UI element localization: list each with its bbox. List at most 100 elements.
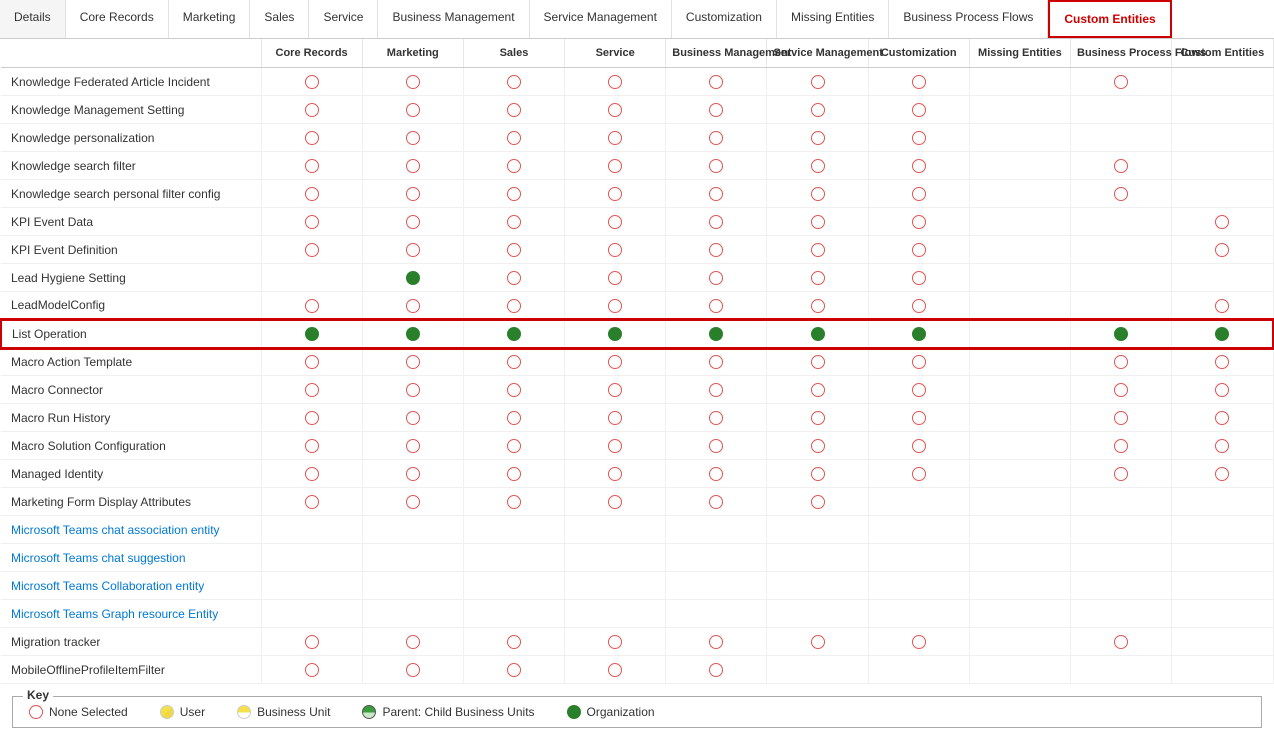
data-cell (463, 348, 564, 376)
tab-service-management[interactable]: Service Management (530, 0, 672, 38)
data-cell (767, 460, 868, 488)
data-cell (969, 348, 1070, 376)
circle-empty (709, 131, 723, 145)
tab-business-process-flows[interactable]: Business Process Flows (889, 0, 1048, 38)
circle-empty (305, 411, 319, 425)
data-cell (362, 376, 463, 404)
data-cell (261, 516, 362, 544)
data-cell (362, 628, 463, 656)
circle-empty (305, 103, 319, 117)
data-cell (362, 320, 463, 348)
circle-empty (912, 355, 926, 369)
data-cell (565, 404, 666, 432)
entity-name-cell: Knowledge personalization (1, 124, 261, 152)
table-body: Knowledge Federated Article Incident Know… (1, 68, 1273, 684)
tab-customization[interactable]: Customization (672, 0, 777, 38)
tab-missing-entities[interactable]: Missing Entities (777, 0, 889, 38)
tab-details[interactable]: Details (0, 0, 66, 38)
data-cell (767, 264, 868, 292)
data-cell (565, 208, 666, 236)
entity-name-cell: Knowledge Federated Article Incident (1, 68, 261, 96)
circle-empty (406, 131, 420, 145)
data-cell (261, 264, 362, 292)
tab-marketing[interactable]: Marketing (169, 0, 251, 38)
entity-name-cell: Macro Solution Configuration (1, 432, 261, 460)
data-cell (463, 292, 564, 320)
data-cell (1071, 264, 1172, 292)
data-cell (767, 124, 868, 152)
data-cell (463, 432, 564, 460)
circle-empty (406, 635, 420, 649)
data-cell (565, 460, 666, 488)
circle-empty (912, 159, 926, 173)
table-row: Migration tracker (1, 628, 1273, 656)
data-cell (362, 124, 463, 152)
data-cell (767, 432, 868, 460)
circle-empty (811, 215, 825, 229)
data-cell (1071, 572, 1172, 600)
circle-empty (507, 215, 521, 229)
data-cell (565, 236, 666, 264)
data-cell (1172, 236, 1273, 264)
entity-name-cell: LeadModelConfig (1, 292, 261, 320)
circle-empty (406, 215, 420, 229)
circle-empty (305, 131, 319, 145)
data-cell (463, 180, 564, 208)
tab-business-management[interactable]: Business Management (378, 0, 529, 38)
key-item-label: Business Unit (257, 705, 330, 719)
circle-empty (608, 215, 622, 229)
data-cell (868, 124, 969, 152)
table-row: LeadModelConfig (1, 292, 1273, 320)
data-cell (666, 460, 767, 488)
data-cell (868, 208, 969, 236)
table-row: Macro Run History (1, 404, 1273, 432)
circle-organization (507, 327, 521, 341)
circle-empty (305, 439, 319, 453)
data-cell (261, 96, 362, 124)
data-cell (565, 516, 666, 544)
data-cell (868, 180, 969, 208)
table-wrapper[interactable]: Core RecordsMarketingSalesServiceBusines… (0, 39, 1274, 688)
data-cell (969, 488, 1070, 516)
key-title: Key (23, 688, 53, 702)
data-cell (666, 96, 767, 124)
data-cell (868, 96, 969, 124)
entity-name-cell: Macro Run History (1, 404, 261, 432)
data-cell (666, 544, 767, 572)
key-item: User (160, 705, 205, 719)
table-row: Managed Identity (1, 460, 1273, 488)
circle-empty (608, 103, 622, 117)
circle-empty (709, 187, 723, 201)
tab-core-records[interactable]: Core Records (66, 0, 169, 38)
tab-custom-entities[interactable]: Custom Entities (1048, 0, 1171, 38)
circle-empty (608, 243, 622, 257)
circle-empty (709, 355, 723, 369)
data-cell (767, 488, 868, 516)
data-cell (1172, 572, 1273, 600)
data-cell (362, 544, 463, 572)
data-cell (1071, 628, 1172, 656)
circle-empty (811, 495, 825, 509)
circle-empty (912, 635, 926, 649)
data-cell (463, 460, 564, 488)
data-cell (666, 488, 767, 516)
data-cell (261, 208, 362, 236)
circle-empty (406, 355, 420, 369)
tab-sales[interactable]: Sales (250, 0, 309, 38)
data-cell (362, 180, 463, 208)
circle-empty (305, 215, 319, 229)
circle-empty (608, 383, 622, 397)
col-header-missing-entities: Missing Entities (969, 39, 1070, 68)
key-item: Organization (567, 705, 655, 719)
data-cell (1071, 404, 1172, 432)
tab-service[interactable]: Service (309, 0, 378, 38)
circle-empty (608, 75, 622, 89)
data-cell (261, 404, 362, 432)
circle-empty (811, 103, 825, 117)
circle-empty (811, 75, 825, 89)
col-header-core-records: Core Records (261, 39, 362, 68)
data-cell (666, 628, 767, 656)
circle-empty (1215, 299, 1229, 313)
data-cell (868, 348, 969, 376)
circle-empty (1114, 467, 1128, 481)
